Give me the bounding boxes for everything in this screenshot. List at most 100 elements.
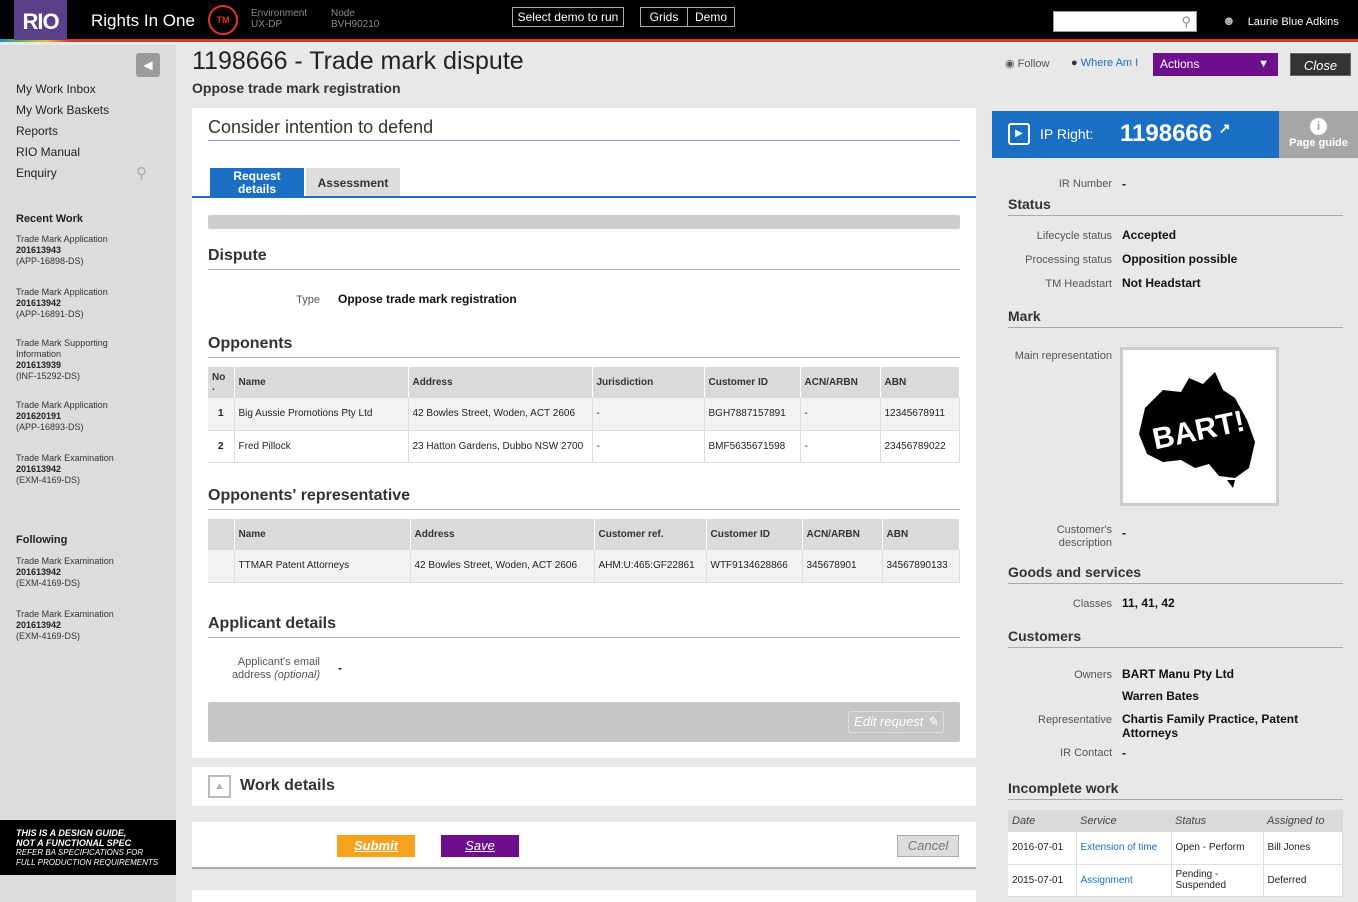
representative-line: Attorneys: [1122, 726, 1179, 740]
cell: Open - Perform: [1171, 832, 1264, 865]
save-button[interactable]: Save: [441, 835, 519, 857]
work-details-section[interactable]: ▲ Work details: [192, 767, 976, 806]
recent-item-ref: (APP-16898-DS): [16, 256, 84, 266]
expand-toggle-icon[interactable]: ▲: [208, 775, 231, 798]
following-heading: Following: [16, 534, 68, 546]
nav-my-work-inbox[interactable]: My Work Inbox: [16, 82, 96, 96]
select-demo-button[interactable]: Select demo to run: [512, 7, 624, 27]
recent-item-number: 201613942: [16, 298, 62, 308]
following-item-type: Trade Mark Examination: [16, 609, 114, 619]
app-name: Rights In One: [91, 11, 195, 30]
recent-work-item[interactable]: Trade Mark Application 201620191 (APP-16…: [16, 400, 108, 433]
cell: -: [800, 430, 881, 463]
recent-work-item[interactable]: Trade Mark Supporting Information 201613…: [16, 338, 126, 382]
cell: TTMAR Patent Attorneys: [234, 550, 411, 583]
follow-label: Follow: [1017, 58, 1050, 70]
column-header: ACN/ARBN: [802, 519, 883, 550]
customers-heading: Customers: [1008, 628, 1082, 644]
column-header: Date: [1008, 810, 1076, 832]
representative-table: Name Address Customer ref. Customer ID A…: [208, 519, 960, 583]
optional-tag: (optional): [274, 669, 320, 681]
section-divider: [208, 357, 960, 358]
nav-reports[interactable]: Reports: [16, 124, 58, 138]
table-header-row: No . Name Address Jurisdiction Customer …: [208, 367, 960, 398]
page-guide-label: Page guide: [1289, 137, 1348, 149]
progress-bar: [208, 215, 960, 229]
actions-dropdown[interactable]: Actions ▼: [1153, 53, 1278, 76]
recent-item-number: 201613942: [16, 464, 62, 474]
page-guide-button[interactable]: i Page guide: [1279, 111, 1358, 158]
table-row[interactable]: 1 Big Aussie Promotions Pty Ltd 42 Bowle…: [208, 398, 960, 431]
customer-description-value: -: [1122, 526, 1126, 540]
recent-work-item[interactable]: Trade Mark Application 201613943 (APP-16…: [16, 234, 108, 267]
play-icon[interactable]: ▶: [1008, 123, 1030, 145]
submit-button[interactable]: Submit: [337, 835, 415, 857]
cell: Pending - Suspended: [1171, 864, 1264, 897]
recent-work-item[interactable]: Trade Mark Examination 201613942 (EXM-41…: [16, 453, 114, 486]
representative-label: Representative: [1038, 714, 1112, 726]
follow-icon: ◉: [1005, 58, 1015, 70]
tab-request-details[interactable]: Request details: [210, 168, 304, 198]
column-header: Assigned to: [1263, 810, 1343, 832]
collapse-sidebar-icon[interactable]: ◀: [136, 53, 160, 77]
following-item[interactable]: Trade Mark Examination 201613942 (EXM-41…: [16, 556, 114, 589]
column-header: ABN: [882, 519, 960, 550]
table-row[interactable]: TTMAR Patent Attorneys 42 Bowles Street,…: [208, 550, 960, 583]
follow-button[interactable]: ◉ Follow: [1005, 57, 1049, 70]
where-am-i-link[interactable]: ● Where Am I: [1071, 57, 1138, 69]
following-item-number: 201613942: [16, 620, 62, 630]
owner-value: BART Manu Pty Ltd: [1122, 667, 1234, 681]
table-row[interactable]: 2 Fred Pillock 23 Hatton Gardens, Dubbo …: [208, 430, 960, 463]
recent-work-item[interactable]: Trade Mark Application 201613942 (APP-16…: [16, 287, 108, 320]
location-pin-icon: ●: [1071, 57, 1078, 69]
service-link[interactable]: Assignment: [1076, 864, 1172, 897]
recent-item-type: Trade Mark Supporting Information: [16, 338, 108, 359]
tab-assessment[interactable]: Assessment: [306, 168, 400, 198]
nav-enquiry[interactable]: Enquiry: [16, 166, 57, 180]
ip-right-header: ▶ IP Right: 1198666 ↗: [992, 111, 1279, 158]
chevron-down-icon: ▼: [1258, 58, 1269, 70]
cancel-button[interactable]: Cancel: [897, 835, 959, 857]
section-divider: [1008, 799, 1343, 800]
column-header: Status: [1171, 810, 1263, 832]
close-button[interactable]: Close: [1290, 53, 1351, 76]
rio-logo[interactable]: RIO: [14, 0, 67, 40]
environment-value: UX-DP: [251, 19, 283, 30]
nav-rio-manual[interactable]: RIO Manual: [16, 145, 80, 159]
where-am-i-label: Where Am I: [1080, 57, 1139, 69]
design-guide-disclaimer: THIS IS A DESIGN GUIDE, NOT A FUNCTIONAL…: [0, 820, 176, 875]
ir-number-label: IR Number: [1058, 178, 1112, 190]
recent-item-type: Trade Mark Application: [16, 234, 108, 244]
cell: WTF9134628866: [706, 550, 803, 583]
nav-my-work-baskets[interactable]: My Work Baskets: [16, 103, 109, 117]
info-icon: i: [1310, 118, 1327, 135]
enquiry-search-icon[interactable]: ⚲: [136, 164, 147, 182]
grids-button[interactable]: Grids: [640, 7, 688, 27]
user-menu[interactable]: ☻ Laurie Blue Adkins: [1222, 13, 1339, 28]
sidebar: ◀ My Work Inbox My Work Baskets Reports …: [0, 45, 176, 902]
mark-image[interactable]: BART!: [1120, 347, 1279, 506]
cell: 12345678911: [880, 398, 960, 431]
ip-right-number-link[interactable]: 1198666 ↗: [1120, 120, 1231, 148]
form-button-bar: Submit Save Cancel: [192, 822, 976, 869]
table-row[interactable]: 2016-07-01 Extension of time Open - Perf…: [1008, 832, 1343, 865]
following-item-ref: (EXM-4169-DS): [16, 578, 81, 588]
section-divider: [208, 269, 960, 270]
ip-right-number: 1198666: [1120, 120, 1213, 147]
incomplete-work-table: Date Service Status Assigned to 2016-07-…: [1008, 810, 1343, 897]
table-row[interactable]: 2015-07-01 Assignment Pending - Suspende…: [1008, 864, 1343, 897]
user-name[interactable]: Laurie Blue Adkins: [1248, 16, 1339, 28]
representative-line: Chartis Family Practice, Patent: [1122, 712, 1299, 726]
demo-button[interactable]: Demo: [687, 7, 735, 27]
cell: 23 Hatton Gardens, Dubbo NSW 2700: [408, 430, 593, 463]
service-link[interactable]: Extension of time: [1076, 832, 1172, 865]
following-item[interactable]: Trade Mark Examination 201613942 (EXM-41…: [16, 609, 114, 642]
opponents-table: No . Name Address Jurisdiction Customer …: [208, 367, 960, 463]
cell: BGH7887157891: [704, 398, 801, 431]
form-heading: Consider intention to defend: [208, 117, 434, 137]
work-details-heading: Work details: [240, 777, 335, 794]
global-search-input[interactable]: ⚲: [1053, 11, 1197, 32]
edit-request-button[interactable]: Edit request ✎: [848, 711, 944, 733]
cell: 23456789022: [880, 430, 960, 463]
search-icon[interactable]: ⚲: [1181, 14, 1191, 30]
